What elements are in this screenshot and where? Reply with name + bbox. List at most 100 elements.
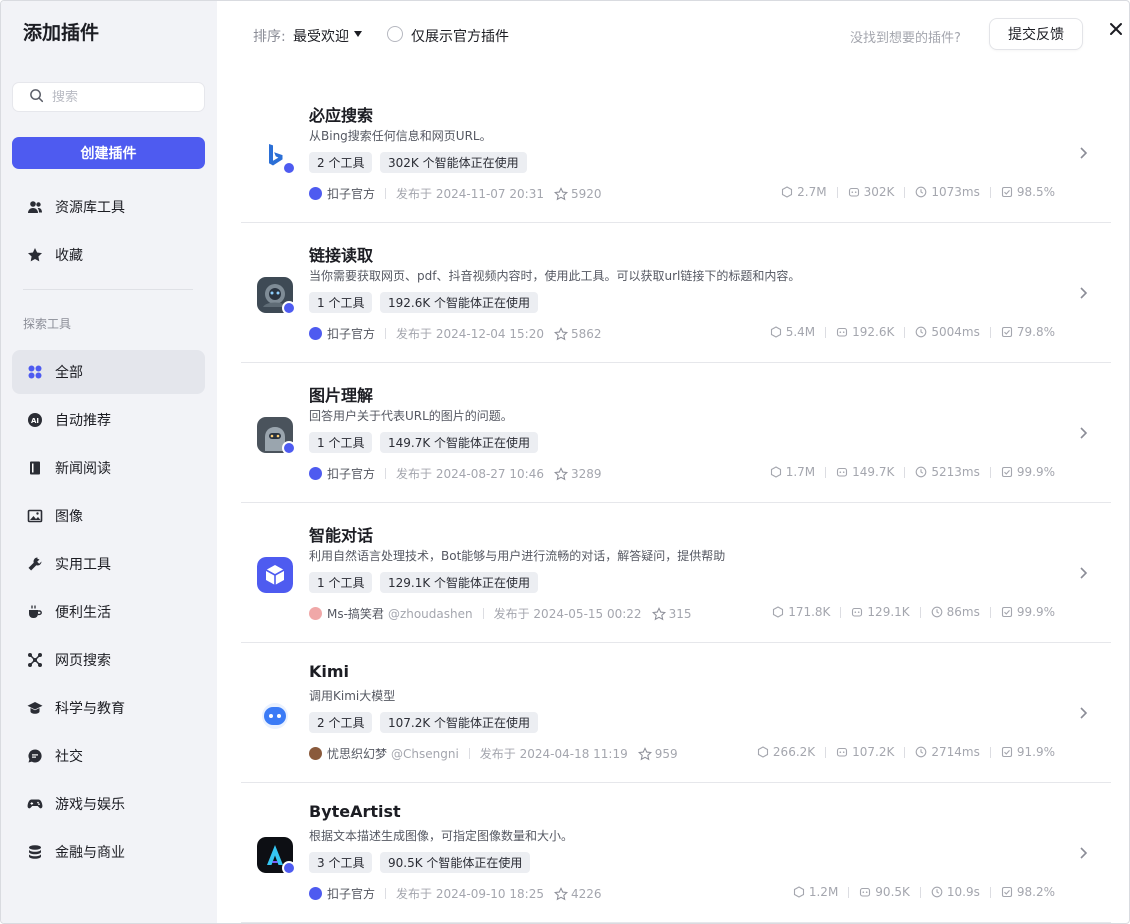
sidebar-item-label: 收藏 <box>55 248 83 264</box>
star-icon[interactable] <box>651 606 666 621</box>
chevron-right-icon[interactable] <box>1077 146 1089 160</box>
plugin-row[interactable]: ByteArtist 根据文本描述生成图像，可指定图像数量和大小。 3 个工具 … <box>241 783 1111 923</box>
usage-tag: 302K 个智能体正在使用 <box>380 152 527 173</box>
success-rate-stat: 99.9% <box>1001 465 1055 479</box>
sidebar-item-image[interactable]: 图像 <box>12 494 205 538</box>
chevron-right-icon[interactable] <box>1077 566 1089 580</box>
success-rate-icon <box>1001 326 1012 338</box>
bots-stat: 90.5K <box>859 885 910 899</box>
plugin-row[interactable]: 链接读取 当你需要获取网页、pdf、抖音视频内容时，使用此工具。可以获取url链… <box>241 223 1111 363</box>
divider <box>385 888 387 899</box>
success-rate-value: 99.9% <box>1016 465 1055 479</box>
star-count: 5920 <box>570 186 602 201</box>
search-box[interactable] <box>12 82 205 112</box>
sidebar-item-science-education[interactable]: 科学与教育 <box>12 686 205 730</box>
author-handle[interactable]: @zhoudashen <box>388 607 473 621</box>
clock-icon <box>916 466 927 478</box>
avatar <box>309 187 322 200</box>
plugin-stats: 1.7M 149.7K 5213ms 99.9% <box>770 465 1055 479</box>
usage-tag: 149.7K 个智能体正在使用 <box>380 432 539 453</box>
chevron-right-icon[interactable] <box>1077 706 1089 720</box>
sidebar-item-lifestyle[interactable]: 便利生活 <box>12 590 205 634</box>
chevron-right-icon[interactable] <box>1077 426 1089 440</box>
sidebar-item-social[interactable]: 社交 <box>12 734 205 778</box>
tool-count-tag: 1 个工具 <box>309 292 373 313</box>
calls-value: 1.7M <box>785 465 816 479</box>
success-rate-stat: 79.8% <box>1001 325 1055 339</box>
author-name[interactable]: 扣子官方 <box>327 185 375 202</box>
cube-stat-icon <box>770 326 781 338</box>
official-only-label[interactable]: 仅展示官方插件 <box>411 26 509 46</box>
chevron-right-icon[interactable] <box>1077 286 1089 300</box>
calls-value: 2.7M <box>797 185 827 199</box>
create-plugin-button[interactable]: 创建插件 <box>12 137 205 169</box>
author-name[interactable]: Ms-搞笑君 <box>327 605 384 622</box>
star-icon[interactable] <box>553 466 568 481</box>
sidebar-item-label: 游戏与娱乐 <box>55 797 125 813</box>
star-icon[interactable] <box>553 886 568 901</box>
latency-value: 86ms <box>946 605 980 619</box>
author-name[interactable]: 扣子官方 <box>327 465 375 482</box>
tool-count-tag: 1 个工具 <box>309 432 373 453</box>
latency-value: 5213ms <box>931 465 980 479</box>
sidebar-item-all[interactable]: 全部 <box>12 350 205 394</box>
divider <box>836 186 838 198</box>
official-only-radio[interactable] <box>387 26 403 42</box>
avatar <box>309 467 322 480</box>
divider <box>385 328 387 339</box>
chevron-right-icon[interactable] <box>1077 846 1089 860</box>
bot-face-icon <box>257 697 293 733</box>
publish-date: 发布于 2024-08-27 10:46 <box>396 467 544 481</box>
sidebar-item-auto-recommend[interactable]: AI 自动推荐 <box>12 398 205 442</box>
bots-stat: 149.7K <box>836 465 894 479</box>
graduation-cap-icon <box>26 699 44 717</box>
sort-dropdown[interactable]: 最受欢迎 <box>293 26 349 46</box>
calls-stat: 1.7M <box>770 465 815 479</box>
star-icon[interactable] <box>553 326 568 341</box>
sidebar-item-utilities[interactable]: 实用工具 <box>12 542 205 586</box>
divider <box>840 606 842 618</box>
plugin-row[interactable]: 图片理解 回答用户关于代表URL的图片的问题。 1 个工具 149.7K 个智能… <box>241 363 1111 503</box>
calls-value: 1.2M <box>808 885 839 899</box>
author-name[interactable]: 扣子官方 <box>327 885 375 902</box>
sidebar-divider <box>23 289 193 290</box>
success-rate-icon <box>1001 606 1012 618</box>
success-rate-value: 79.8% <box>1016 325 1055 339</box>
star-icon[interactable] <box>637 746 652 761</box>
plugin-row[interactable]: Kimi 调用Kimi大模型 2 个工具 107.2K 个智能体正在使用 忧思织… <box>241 643 1111 783</box>
divider <box>825 746 827 758</box>
svg-text:AI: AI <box>31 417 39 425</box>
sidebar-item-favorites[interactable]: 收藏 <box>12 233 205 277</box>
star-icon[interactable] <box>553 186 568 201</box>
bots-value: 107.2K <box>852 745 895 759</box>
sidebar-item-label: 新闻阅读 <box>55 461 111 477</box>
clock-icon <box>931 886 943 898</box>
tool-count-tag: 2 个工具 <box>309 152 373 173</box>
plugin-description: 利用自然语言处理技术，Bot能够与用户进行流畅的对话，解答疑问，提供帮助 <box>309 549 726 563</box>
sidebar-item-games[interactable]: 游戏与娱乐 <box>12 782 205 826</box>
sidebar-item-finance[interactable]: 金融与商业 <box>12 830 205 874</box>
caret-down-icon[interactable] <box>354 31 362 37</box>
sidebar-item-news[interactable]: 新闻阅读 <box>12 446 205 490</box>
success-rate-value: 98.2% <box>1016 885 1055 899</box>
search-input[interactable] <box>52 89 192 105</box>
bots-stat: 302K <box>848 185 894 199</box>
official-badge-icon <box>282 441 296 455</box>
sidebar-item-web-search[interactable]: 网页搜索 <box>12 638 205 682</box>
latency-value: 10.9s <box>946 885 980 899</box>
sidebar-item-label: 社交 <box>55 749 83 765</box>
cube-icon <box>257 557 293 593</box>
plugin-row[interactable]: 智能对话 利用自然语言处理技术，Bot能够与用户进行流畅的对话，解答疑问，提供帮… <box>241 503 1111 643</box>
plugin-stats: 2.7M 302K 1073ms 98.5% <box>781 185 1055 199</box>
sidebar-item-library-tools[interactable]: 资源库工具 <box>12 185 205 229</box>
author-name[interactable]: 扣子官方 <box>327 325 375 342</box>
official-badge-icon <box>282 861 296 875</box>
feedback-button[interactable]: 提交反馈 <box>989 18 1083 50</box>
plugin-row[interactable]: 必应搜索 从Bing搜索任何信息和网页URL。 2 个工具 302K 个智能体正… <box>241 83 1111 223</box>
close-icon[interactable] <box>1106 19 1126 39</box>
author-handle[interactable]: @Chsengni <box>391 747 459 761</box>
author-name[interactable]: 忧思织幻梦 <box>327 745 387 762</box>
plugin-name: 图片理解 <box>309 386 374 405</box>
coffee-icon <box>26 603 44 621</box>
latency-value: 2714ms <box>931 745 980 759</box>
